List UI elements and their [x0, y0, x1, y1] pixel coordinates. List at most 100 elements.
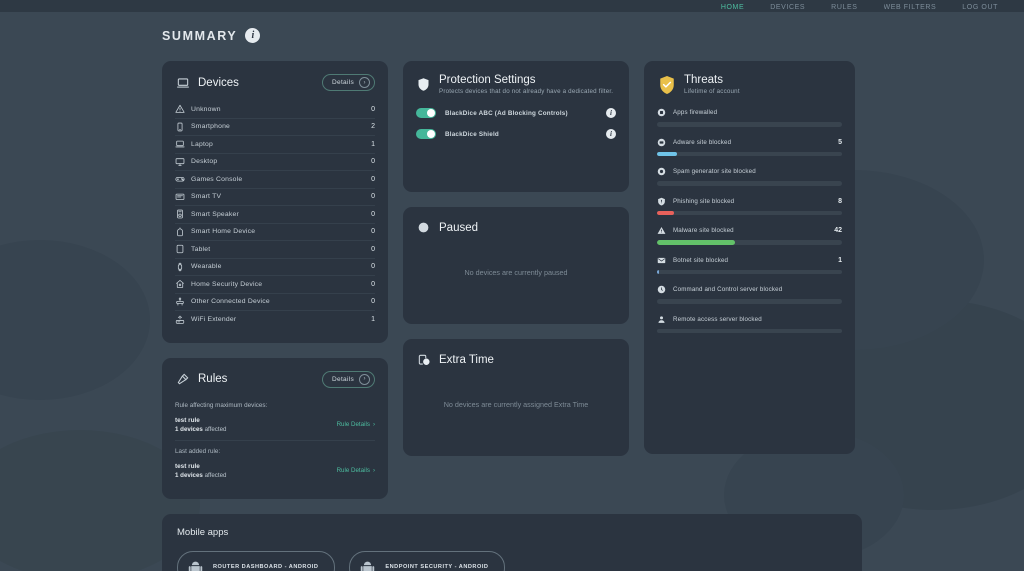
rule-device-count: 1 devices: [175, 471, 203, 479]
nav-link-devices[interactable]: Devices: [770, 4, 805, 12]
nav-link-web-filters[interactable]: Web Filters: [884, 4, 937, 12]
smartphone-icon: [175, 122, 191, 132]
protection-title-group: Protection Settings Protects devices tha…: [439, 74, 613, 95]
rules-details-label: Details: [332, 375, 354, 383]
protection-row-abc: BlackDice ABC (Ad Blocking Controls) i: [416, 108, 616, 118]
threats-card-title: Threats: [684, 74, 723, 86]
protection-label-abc: BlackDice ABC (Ad Blocking Controls): [445, 109, 568, 117]
devices-card-header: Devices Details ›: [175, 74, 375, 91]
threat-item: Malware site blocked 42: [657, 226, 842, 245]
smart-home-icon: [175, 227, 191, 237]
info-icon[interactable]: i: [606, 129, 616, 139]
device-label: Smartphone: [191, 123, 231, 131]
rules-card-header: Rules Details ›: [175, 370, 375, 388]
router-dashboard-android-button[interactable]: ROUTER DASHBOARD - ANDROID: [177, 550, 336, 571]
device-row[interactable]: Games Console 0: [175, 171, 375, 189]
threats-title-group: Threats Lifetime of account: [684, 74, 740, 95]
device-row[interactable]: Tablet 0: [175, 241, 375, 259]
threat-row: Malware site blocked 42: [657, 226, 842, 235]
threat-progress-track: [657, 181, 842, 186]
toggle-blackdice-abc[interactable]: [416, 108, 436, 118]
device-label: Smart TV: [191, 193, 222, 201]
threat-progress-track: [657, 269, 842, 274]
protection-row-shield: BlackDice Shield i: [416, 129, 616, 139]
protection-card-subtitle: Protects devices that do not already hav…: [439, 88, 614, 95]
toggle-blackdice-shield[interactable]: [416, 129, 436, 139]
rules-details-button[interactable]: Details ›: [322, 370, 375, 388]
threat-item: Remote access server blocked: [657, 315, 842, 333]
threats-card: Threats Lifetime of account Apps firewal…: [644, 61, 855, 454]
chevron-right-icon: ›: [359, 373, 370, 385]
protection-settings-card: Protection Settings Protects devices tha…: [403, 61, 629, 192]
home-security-icon: [175, 279, 191, 289]
info-icon[interactable]: i: [606, 108, 616, 118]
threat-item: Phishing site blocked 8: [657, 197, 842, 215]
device-row[interactable]: Smart TV 0: [175, 189, 375, 206]
rules-icon: [175, 372, 190, 387]
threat-value: 8: [838, 197, 842, 205]
threat-label: Remote access server blocked: [673, 315, 762, 323]
rules-body: Rule affecting maximum devices: test rul…: [175, 402, 375, 485]
android-icon: [187, 559, 204, 571]
threats-list: Apps firewalled Adware site blocked 5 Spam …: [657, 108, 842, 333]
threat-progress-track: [657, 122, 842, 127]
threat-item: Apps firewalled: [657, 108, 842, 127]
warning-triangle-icon: [175, 104, 191, 114]
devices-details-button[interactable]: Details ›: [322, 74, 375, 91]
device-count: 0: [371, 263, 375, 271]
rule-details-link[interactable]: Rule Details ›: [337, 467, 375, 474]
threat-row: Remote access server blocked: [657, 315, 842, 324]
device-row[interactable]: Smart Home Device 0: [175, 224, 375, 241]
threat-row: Adware site blocked 5: [657, 138, 842, 147]
device-row[interactable]: WiFi Extender 1: [175, 311, 375, 329]
rules-last-caption: Last added rule:: [175, 447, 221, 455]
device-row[interactable]: Smartphone 2: [175, 119, 375, 136]
nav-link-log-out[interactable]: Log Out: [962, 4, 998, 12]
device-count: 1: [371, 316, 375, 324]
laptop-icon: [175, 75, 190, 90]
threat-row: Botnet site blocked 1: [657, 256, 842, 265]
nav-link-rules[interactable]: Rules: [831, 4, 857, 12]
threat-item: Adware site blocked 5: [657, 138, 842, 156]
adware-icon: [657, 138, 666, 147]
threat-item: Botnet site blocked 1: [657, 256, 842, 274]
summary-info-icon[interactable]: i: [245, 28, 261, 43]
rule-meta: 1 devices affected: [175, 472, 227, 479]
nav-link-home[interactable]: Home: [721, 4, 744, 12]
pause-icon: [416, 220, 431, 235]
paused-card: Paused No devices are currently paused: [403, 207, 629, 324]
device-label: Home Security Device: [191, 280, 263, 288]
device-label: Wearable: [191, 263, 222, 271]
shield-check-icon: [657, 74, 676, 95]
extra-time-empty-message: No devices are currently assigned Extra …: [443, 400, 589, 409]
rules-card: Rules Details › Rule affecting maximum d…: [162, 357, 388, 499]
device-row[interactable]: Home Security Device 0: [175, 276, 375, 294]
devices-card: Devices Details › Unknown 0 Smartphone 2 Lap…: [162, 61, 388, 343]
rules-max-caption: Rule affecting maximum devices:: [175, 401, 268, 409]
device-row[interactable]: Wearable 0: [175, 259, 375, 276]
speaker-icon: [175, 209, 191, 219]
column-right: Threats Lifetime of account Apps firewal…: [644, 61, 855, 454]
extra-time-card-title: Extra Time: [439, 353, 494, 366]
chevron-right-icon: ›: [372, 421, 375, 428]
spam-icon: [657, 167, 666, 176]
device-row[interactable]: Desktop 0: [175, 154, 375, 171]
device-count: 1: [371, 140, 375, 148]
device-count: 0: [371, 298, 375, 306]
column-middle: Protection Settings Protects devices tha…: [403, 61, 629, 456]
endpoint-security-android-button[interactable]: ENDPOINT SECURITY - ANDROID: [349, 550, 506, 571]
device-row[interactable]: Other Connected Device 0: [175, 294, 375, 311]
rule-details-link[interactable]: Rule Details ›: [337, 421, 375, 428]
rule-text: test rule 1 devices affected: [175, 463, 227, 479]
devices-details-label: Details: [332, 79, 354, 86]
device-count: 0: [371, 193, 375, 201]
watch-icon: [175, 262, 191, 272]
rule-item-last: test rule 1 devices affected Rule Detail…: [175, 462, 375, 485]
router-dashboard-label: ROUTER DASHBOARD - ANDROID: [213, 564, 319, 570]
device-row[interactable]: Laptop 1: [175, 136, 375, 154]
device-count: 2: [371, 123, 375, 131]
device-row[interactable]: Unknown 0: [175, 101, 375, 119]
device-row[interactable]: Smart Speaker 0: [175, 206, 375, 224]
paused-empty-message: No devices are currently paused: [464, 268, 568, 277]
nav-links: Home Devices Rules Web Filters Log Out: [721, 4, 998, 12]
